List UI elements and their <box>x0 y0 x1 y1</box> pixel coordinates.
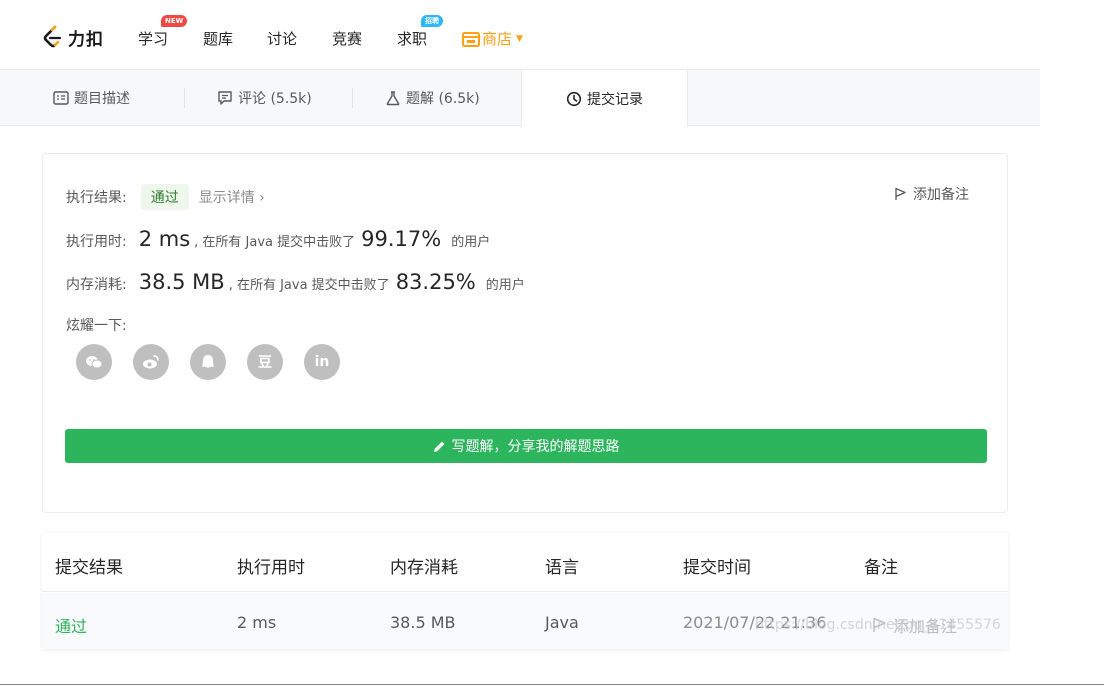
nav-item-discuss[interactable]: 讨论 <box>267 28 297 49</box>
memory-suffix: 的用户 <box>485 278 525 293</box>
tab-solutions-label: 题解 (6.5k) <box>406 91 480 107</box>
top-nav: 力扣 学习 NEW 题库 讨论 竞赛 求职 招聘 商店 ▼ <box>0 0 1040 70</box>
share-linkedin-button[interactable]: in <box>304 344 340 380</box>
nav-item-study[interactable]: 学习 <box>138 28 168 49</box>
comment-icon <box>218 91 232 105</box>
memory-desc: , 在所有 Java 提交中击败了 <box>228 278 390 293</box>
row-language: Java <box>545 613 579 632</box>
flag-icon <box>895 187 906 200</box>
header-memory: 内存消耗 <box>390 558 458 578</box>
douban-icon: 豆 <box>258 355 272 371</box>
weibo-icon <box>143 355 159 369</box>
clock-icon <box>566 91 582 106</box>
csdn-watermark: https://blog.csdn.net/qq_41455576 <box>755 617 1001 633</box>
memory-row: 内存消耗: 38.5 MB , 在所有 Java 提交中击败了 83.25% 的… <box>66 270 525 294</box>
new-badge: NEW <box>161 15 188 27</box>
logo-text: 力扣 <box>68 29 104 50</box>
add-note-label: 添加备注 <box>913 187 969 203</box>
tab-submissions-label: 提交记录 <box>587 91 643 108</box>
tab-submissions[interactable]: 提交记录 <box>521 70 688 127</box>
runtime-suffix: 的用户 <box>451 235 491 250</box>
runtime-value: 2 ms <box>138 227 191 251</box>
tab-comments-label: 评论 (5.5k) <box>238 91 312 107</box>
row-status-link[interactable]: 通过 <box>55 613 87 637</box>
header-note: 备注 <box>864 558 898 578</box>
nav-item-store[interactable]: 商店 ▼ <box>462 28 523 49</box>
share-weibo-button[interactable] <box>133 344 169 380</box>
status-label: 执行结果: <box>66 190 127 206</box>
nav-item-problems[interactable]: 题库 <box>203 28 233 49</box>
runtime-percentile: 99.17% <box>361 227 442 251</box>
memory-value: 38.5 MB <box>138 270 225 294</box>
flask-icon <box>386 91 400 106</box>
store-icon <box>462 31 480 47</box>
submission-result-card: 执行结果: 通过 显示详情 › 添加备注 执行用时: 2 ms , 在所有 Ja… <box>42 153 1008 513</box>
header-runtime: 执行用时 <box>237 558 305 578</box>
write-solution-label: 写题解，分享我的解题思路 <box>451 439 620 455</box>
tab-description-label: 题目描述 <box>74 91 130 107</box>
share-row: 炫耀一下: <box>66 315 127 335</box>
share-wechat-button[interactable] <box>76 344 112 380</box>
tab-divider <box>184 88 185 108</box>
store-label: 商店 <box>482 30 513 48</box>
memory-percentile: 83.25% <box>395 270 476 294</box>
share-qq-button[interactable] <box>190 344 226 380</box>
runtime-row: 执行用时: 2 ms , 在所有 Java 提交中击败了 99.17% 的用户 <box>66 227 490 251</box>
status-row: 执行结果: 通过 显示详情 › <box>66 184 265 210</box>
header-submit-time: 提交时间 <box>683 558 751 578</box>
chevron-down-icon: ▼ <box>516 33 523 44</box>
tab-solutions[interactable]: 题解 (6.5k) <box>385 70 480 126</box>
page-divider <box>0 684 1104 685</box>
description-icon <box>53 91 69 105</box>
share-douban-button[interactable]: 豆 <box>247 344 283 380</box>
header-status: 提交结果 <box>55 558 123 578</box>
row-memory: 38.5 MB <box>390 613 456 632</box>
table-header: 提交结果 执行用时 内存消耗 语言 提交时间 备注 <box>42 533 1008 592</box>
wechat-icon <box>86 356 103 369</box>
leetcode-logo-icon <box>43 25 62 48</box>
memory-label: 内存消耗: <box>66 277 127 293</box>
qq-icon <box>202 355 214 368</box>
tab-description[interactable]: 题目描述 <box>53 70 130 126</box>
show-details-link[interactable]: 显示详情 › <box>199 187 265 207</box>
header-language: 语言 <box>545 558 579 578</box>
nav-item-jobs[interactable]: 求职 <box>397 28 427 49</box>
problem-tabs: 题目描述 评论 (5.5k) 题解 (6.5k) 提交记录 <box>0 70 1040 127</box>
linkedin-icon: in <box>314 354 330 370</box>
nav-item-contest[interactable]: 竞赛 <box>332 28 362 49</box>
tab-comments[interactable]: 评论 (5.5k) <box>217 70 312 126</box>
write-solution-button[interactable]: 写题解，分享我的解题思路 <box>65 429 987 463</box>
runtime-desc: , 在所有 Java 提交中击败了 <box>194 235 356 250</box>
tab-divider <box>352 88 353 108</box>
hiring-badge: 招聘 <box>421 15 443 27</box>
share-label: 炫耀一下: <box>66 318 127 334</box>
runtime-label: 执行用时: <box>66 234 127 250</box>
pencil-icon <box>433 441 444 452</box>
status-badge: 通过 <box>140 184 189 210</box>
share-buttons: 豆 in <box>76 344 340 380</box>
add-note-button[interactable]: 添加备注 <box>894 184 969 204</box>
leetcode-logo[interactable]: 力扣 <box>42 24 104 50</box>
row-runtime: 2 ms <box>237 613 277 632</box>
